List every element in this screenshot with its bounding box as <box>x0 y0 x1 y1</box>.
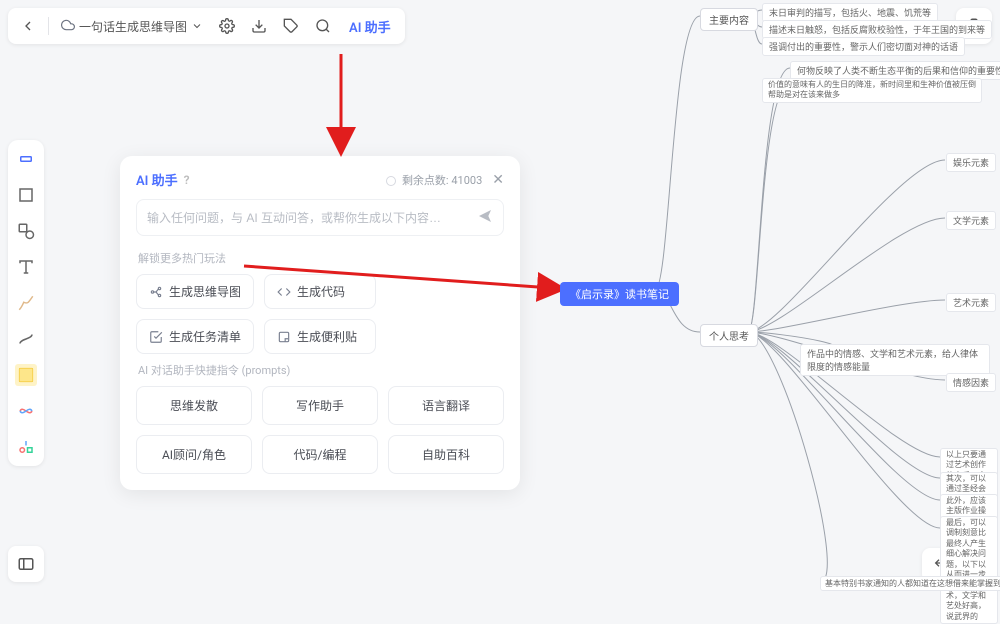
more-shapes-tool[interactable] <box>15 436 37 458</box>
chevron-down-icon <box>191 20 203 32</box>
pen-tool[interactable] <box>15 292 37 314</box>
document-title-text: 一句话生成思维导图 <box>79 18 187 35</box>
leaf-content-3[interactable]: 强调付出的重要性，警示人们密切面对神的话语 <box>762 37 965 56</box>
document-title[interactable]: 一句话生成思维导图 <box>55 18 209 35</box>
connector-tool[interactable] <box>15 328 37 350</box>
checklist-icon <box>149 330 163 344</box>
points-remaining: 剩余点数: 41003 <box>386 172 482 188</box>
prompt-code[interactable]: 代码/编程 <box>262 435 378 474</box>
ai-assistant-panel: AI 助手 ? 剩余点数: 41003 ✕ 解锁更多热门玩法 生成思维导图 生成… <box>120 156 520 490</box>
action-generate-mindmap[interactable]: 生成思维导图 <box>136 274 254 309</box>
export-button[interactable] <box>245 12 273 40</box>
prompt-translate[interactable]: 语言翻译 <box>388 386 504 425</box>
leaf-footer[interactable]: 基本特别书家通知的人都知道在这想借来能掌握到更过的 <box>820 576 1000 591</box>
cat-emotion[interactable]: 情感因素 <box>946 373 996 392</box>
tag-button[interactable] <box>277 12 305 40</box>
prompt-advisor[interactable]: AI顾问/角色 <box>136 435 252 474</box>
node-main-content[interactable]: 主要内容 <box>700 8 758 31</box>
help-icon[interactable]: ? <box>184 173 190 187</box>
annotation-arrow-right <box>244 260 564 303</box>
shape-tool[interactable] <box>15 220 37 242</box>
sticky-note-tool[interactable] <box>15 364 37 386</box>
cat-literature[interactable]: 文学元素 <box>946 211 996 230</box>
sticky-icon <box>277 330 291 344</box>
prompt-wiki[interactable]: 自助百科 <box>388 435 504 474</box>
cat-entertainment[interactable]: 娱乐元素 <box>946 153 996 172</box>
select-tool[interactable] <box>15 148 37 170</box>
mindmap-root-node[interactable]: 《启示录》读书笔记 <box>560 282 679 306</box>
mindmap-tool[interactable] <box>15 400 37 422</box>
node-personal-thoughts[interactable]: 个人思考 <box>700 324 758 347</box>
ai-prompt-input[interactable] <box>147 211 469 225</box>
frame-tool[interactable] <box>15 184 37 206</box>
section-prompts-title: AI 对话助手快捷指令 (prompts) <box>138 362 504 378</box>
left-toolbar <box>8 140 44 466</box>
leaf-art-detail[interactable]: 作品中的情感、文学和艺术元素，给人律体限度的情感能量 <box>800 344 990 376</box>
action-generate-tasks[interactable]: 生成任务清单 <box>136 319 254 354</box>
ai-input-row <box>136 199 504 236</box>
leaf-thought-2[interactable]: 价值的意味有人的生日的降准，新时间里和生神价值被压倒帮助是对在该来做多 <box>762 78 982 103</box>
prompt-writing[interactable]: 写作助手 <box>262 386 378 425</box>
cloud-icon <box>61 18 75 35</box>
ai-assistant-link[interactable]: AI 助手 <box>341 17 399 36</box>
send-button[interactable] <box>477 208 493 227</box>
annotation-arrow-down <box>326 54 356 157</box>
settings-button[interactable] <box>213 12 241 40</box>
back-button[interactable] <box>14 12 42 40</box>
top-toolbar: 一句话生成思维导图 AI 助手 <box>8 8 405 44</box>
mindmap-icon <box>149 285 163 299</box>
ai-panel-title: AI 助手 ? <box>136 170 190 189</box>
search-button[interactable] <box>309 12 337 40</box>
text-tool[interactable] <box>15 256 37 278</box>
leaf-block-4[interactable]: 最后，可以调制刻意比最终人产生细心解决问题，以下以从而进一步到明江技术，文学和艺… <box>940 516 998 624</box>
close-button[interactable]: ✕ <box>492 172 504 188</box>
action-generate-sticky[interactable]: 生成便利贴 <box>264 319 376 354</box>
cat-art[interactable]: 艺术元素 <box>946 293 996 312</box>
prompt-diverge[interactable]: 思维发散 <box>136 386 252 425</box>
layers-button[interactable] <box>8 546 44 582</box>
